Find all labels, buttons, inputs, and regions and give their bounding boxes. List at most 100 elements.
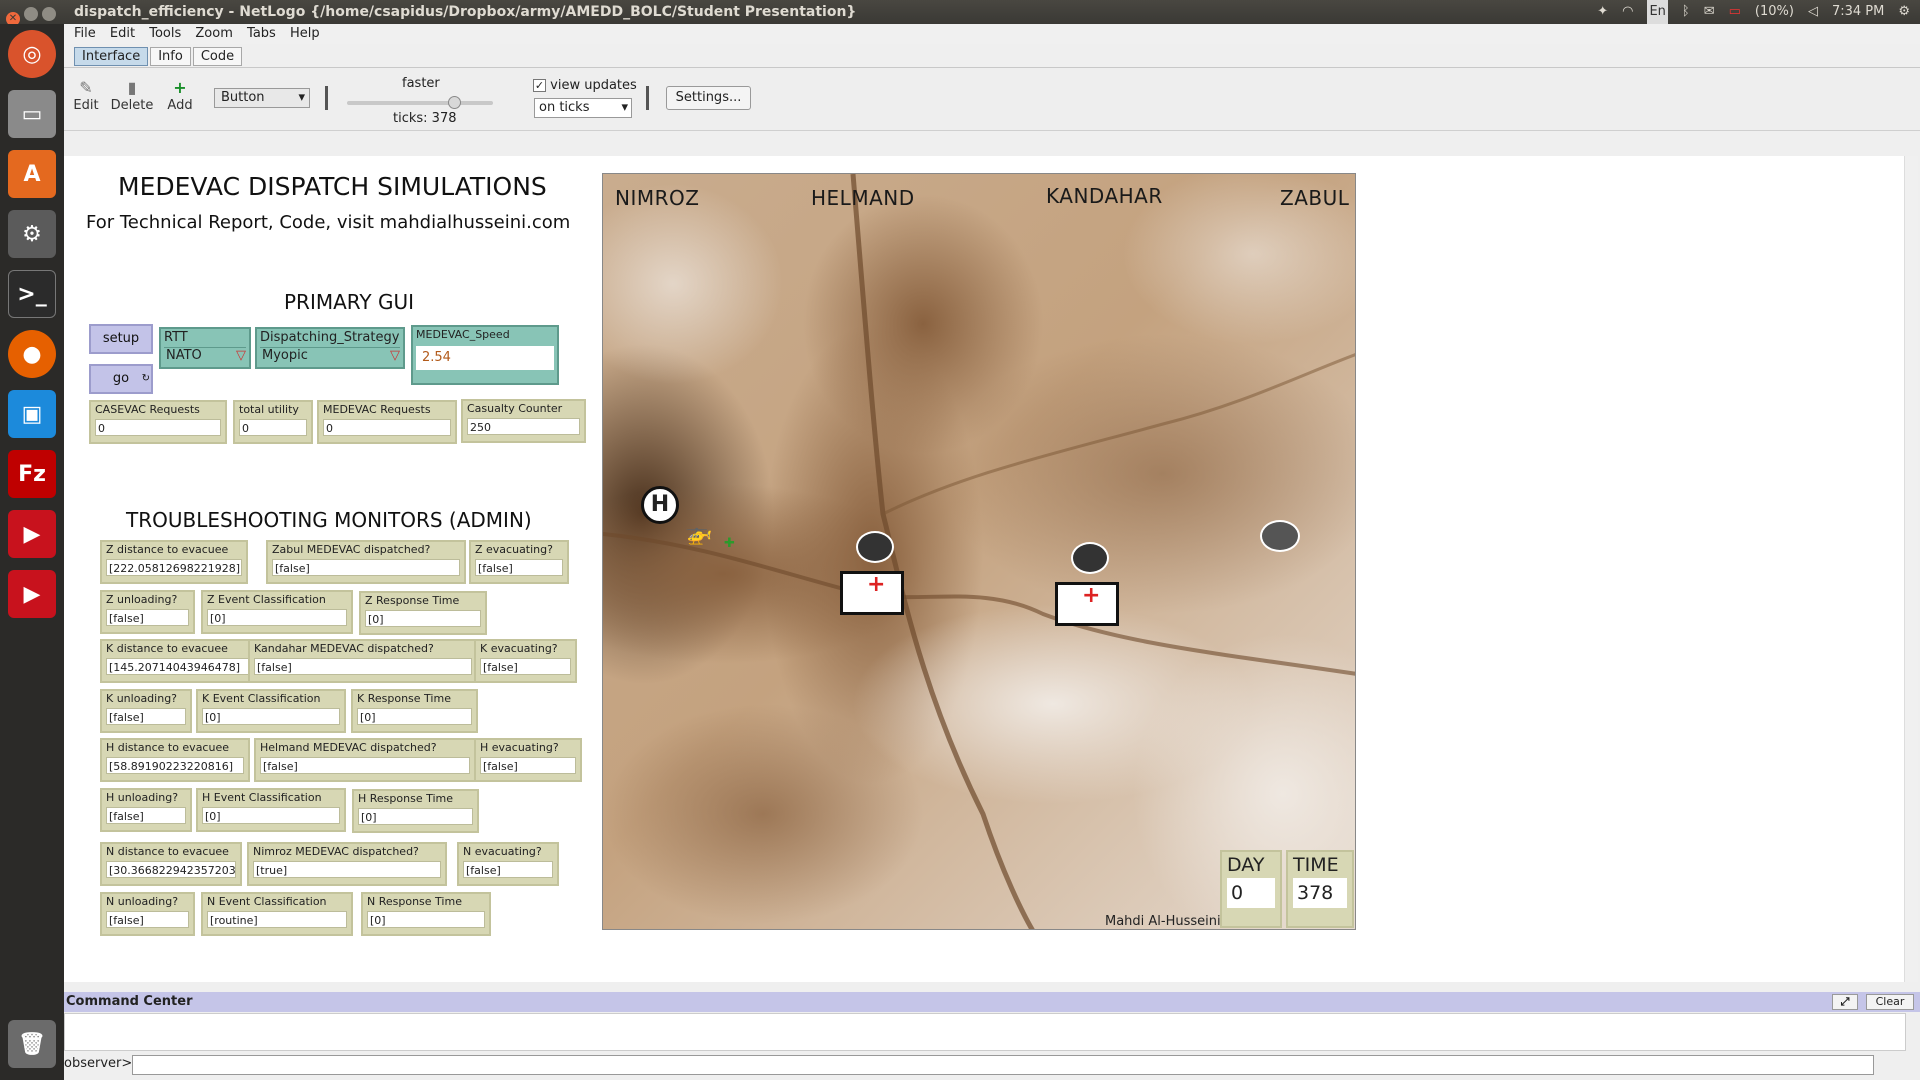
update-mode-select[interactable]: on ticks ▾ (534, 98, 632, 118)
medevac-helicopter-icon[interactable] (1260, 520, 1300, 552)
minimize-window-button[interactable] (24, 7, 38, 21)
checkmark-icon: ✓ (533, 79, 546, 92)
tab-interface[interactable]: Interface (74, 47, 149, 66)
ubuntu-dash-icon[interactable]: ◎ (8, 30, 56, 78)
trash-icon[interactable]: 🗑 (8, 1020, 56, 1068)
rtt-value[interactable]: NATO ▽ (164, 347, 246, 363)
edit-label: Edit (73, 98, 99, 113)
add-button[interactable]: + Add (158, 78, 202, 113)
wifi-icon[interactable]: ◠ (1622, 0, 1633, 24)
launcher: ◎ ▭ A ⚙ >_ ● ▣ Fz ▶ ▶ 🗑 (0, 24, 64, 1080)
widget-type-value: Button (221, 90, 265, 105)
clock[interactable]: 7:34 PM (1832, 0, 1884, 24)
setup-button[interactable]: setup (89, 324, 153, 354)
casevac-requests-monitor: CASEVAC Requests 0 (89, 400, 227, 444)
language-indicator[interactable]: En (1647, 0, 1668, 24)
maximize-window-button[interactable] (42, 7, 56, 21)
settings-button[interactable]: Settings... (666, 86, 751, 110)
speed-track[interactable] (347, 101, 493, 105)
command-output[interactable] (64, 1013, 1906, 1051)
gear-icon[interactable]: ⚙ (1898, 0, 1910, 24)
monitor-label: N evacuating? (463, 845, 542, 858)
plus-icon: + (173, 78, 187, 97)
virtualbox-icon[interactable]: ▣ (8, 390, 56, 438)
expand-icon[interactable]: ⤢ (1832, 994, 1858, 1010)
delete-button[interactable]: ▮ Delete (110, 78, 154, 113)
triangle-down-icon: ▽ (390, 348, 400, 363)
update-mode-value: on ticks (539, 100, 590, 115)
command-input[interactable] (132, 1055, 1874, 1075)
n-evacuating-monitor: N evacuating? [false] (457, 842, 559, 886)
menu-tabs[interactable]: Tabs (247, 26, 276, 41)
strategy-value[interactable]: Myopic ▽ (260, 347, 400, 363)
world-view[interactable]: NIMROZ HELMAND KANDAHAR ZABUL H 🚁 ✚ + + … (602, 173, 1356, 930)
go-button[interactable]: go ↻ (89, 364, 153, 394)
go-label: go (112, 371, 130, 386)
terminal-icon[interactable]: >_ (8, 270, 56, 318)
trash-icon: ▮ (127, 78, 137, 97)
firefox-icon[interactable]: ● (8, 330, 56, 378)
monitor-label: K evacuating? (480, 642, 558, 655)
speed-knob[interactable] (448, 96, 461, 109)
mail-icon[interactable]: ✉ (1704, 0, 1715, 24)
medevac-speed-input[interactable]: MEDEVAC_Speed 2.54 (411, 325, 559, 385)
monitor-value: [0] (202, 708, 340, 725)
forever-icon: ↻ (141, 373, 150, 384)
edit-button[interactable]: ✎ Edit (64, 78, 108, 113)
rtt-label: RTT (164, 330, 188, 345)
monitor-value: [true] (253, 861, 441, 878)
bluetooth-icon[interactable]: ᛒ (1682, 0, 1690, 24)
rtt-chooser[interactable]: RTT NATO ▽ (159, 327, 251, 369)
widget-type-select[interactable]: Button ▾ (214, 88, 310, 108)
hospital-icon[interactable]: + (840, 571, 904, 615)
menu-file[interactable]: File (74, 26, 96, 41)
monitor-value: [58.89190223220816] (106, 757, 244, 774)
medevac-helicopter-icon[interactable] (1071, 542, 1109, 574)
observer-prompt[interactable]: observer> (64, 1056, 132, 1071)
command-center-header: Command Center ⤢ Clear (64, 992, 1920, 1012)
z-evacuating-monitor: Z evacuating? [false] (469, 540, 569, 584)
helipad-icon[interactable]: H (641, 486, 679, 524)
filezilla-icon[interactable]: Fz (8, 450, 56, 498)
z-unloading-monitor: Z unloading? [false] (100, 590, 195, 634)
monitor-label: Z Response Time (365, 594, 460, 607)
medevac-helicopter-icon[interactable] (856, 531, 894, 563)
helicopter-icon[interactable]: 🚁 (685, 521, 712, 546)
netlogo-icon-2[interactable]: ▶ (8, 570, 56, 618)
hospital-icon[interactable]: + (1055, 582, 1119, 626)
region-label-nimroz: NIMROZ (615, 186, 700, 210)
tab-info[interactable]: Info (150, 47, 191, 66)
speed-input-value[interactable]: 2.54 (416, 346, 554, 370)
settings-icon[interactable]: ⚙ (8, 210, 56, 258)
interface-panel: MEDEVAC DISPATCH SIMULATIONS For Technic… (64, 156, 1904, 982)
dropbox-icon[interactable]: ✦ (1597, 0, 1608, 24)
window-titlebar: ✕ dispatch_efficiency - NetLogo {/home/c… (0, 0, 1920, 26)
menu-zoom[interactable]: Zoom (195, 26, 232, 41)
interface-scrollbar[interactable] (1904, 156, 1918, 982)
netlogo-icon[interactable]: ▶ (8, 510, 56, 558)
menu-help[interactable]: Help (290, 26, 320, 41)
tab-code[interactable]: Code (192, 47, 243, 66)
menu-tools[interactable]: Tools (149, 26, 181, 41)
casualty-counter-monitor: Casualty Counter 250 (461, 399, 586, 443)
dispatching-strategy-chooser[interactable]: Dispatching_Strategy Myopic ▽ (255, 327, 405, 369)
view-updates-checkbox[interactable]: ✓ view updates (533, 78, 637, 93)
software-center-icon[interactable]: A (8, 150, 56, 198)
monitor-value: [30.366822942357203] (106, 861, 236, 878)
h-distance-monitor: H distance to evacuee [58.89190223220816] (100, 738, 250, 782)
files-icon[interactable]: ▭ (8, 90, 56, 138)
volume-icon[interactable]: ◁ (1808, 0, 1818, 24)
delete-label: Delete (110, 98, 154, 113)
red-cross-icon: + (1082, 583, 1101, 608)
battery-icon[interactable]: ▭ (1729, 0, 1741, 24)
battery-percent[interactable]: (10%) (1755, 0, 1794, 24)
menu-edit[interactable]: Edit (110, 26, 135, 41)
region-label-helmand: HELMAND (811, 186, 915, 210)
speed-slider[interactable]: faster ticks: 378 (345, 76, 495, 126)
k-evacuating-monitor: K evacuating? [false] (474, 639, 577, 683)
casualty-icon[interactable]: ✚ (724, 536, 735, 551)
monitor-label: Zabul MEDEVAC dispatched? (272, 543, 431, 556)
clear-button[interactable]: Clear (1866, 994, 1914, 1010)
monitor-label: K distance to evacuee (106, 642, 228, 655)
monitor-label: N unloading? (106, 895, 179, 908)
